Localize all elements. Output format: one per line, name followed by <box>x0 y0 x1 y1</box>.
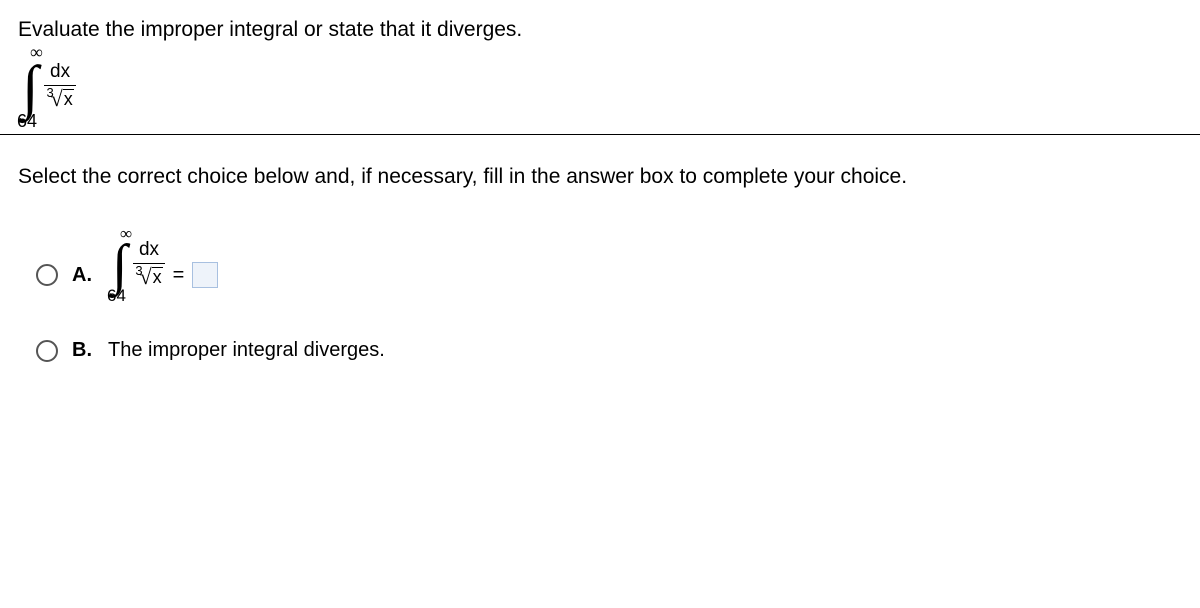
root-index: 3 <box>46 85 53 100</box>
question-text: Evaluate the improper integral or state … <box>18 18 1182 42</box>
radicand: x <box>63 89 74 110</box>
choice-a-row[interactable]: A. ∞ ∫ 64 dx 3 √ <box>36 239 1182 311</box>
radicand: x <box>152 267 163 288</box>
integral-sign-icon: ∫ <box>22 60 38 114</box>
radio-b[interactable] <box>36 340 58 362</box>
equals-sign: = <box>173 264 185 287</box>
lower-limit: 64 <box>17 111 37 132</box>
root-index: 3 <box>135 263 142 278</box>
integrand-fraction: dx 3 √ x <box>44 61 75 113</box>
choice-a-label: A. <box>72 264 94 287</box>
lower-limit: 64 <box>107 286 126 306</box>
choice-b-text: The improper integral diverges. <box>108 339 385 362</box>
numerator: dx <box>48 61 72 85</box>
choice-a-integral: ∞ ∫ 64 dx 3 √ x <box>112 239 165 291</box>
answer-input-box[interactable] <box>192 262 218 288</box>
choice-b-label: B. <box>72 339 94 362</box>
cube-root: 3 √ x <box>135 266 162 288</box>
instruction-text: Select the correct choice below and, if … <box>18 165 1182 189</box>
numerator: dx <box>137 239 161 263</box>
radio-a[interactable] <box>36 264 58 286</box>
integrand-fraction: dx 3 √ x <box>133 239 164 291</box>
choice-b-row[interactable]: B. The improper integral diverges. <box>36 339 1182 362</box>
answer-choices: A. ∞ ∫ 64 dx 3 √ <box>36 239 1182 362</box>
question-integral: ∞ ∫ 64 dx 3 √ x <box>22 60 76 114</box>
cube-root: 3 √ x <box>46 88 73 110</box>
integral-sign-icon: ∫ <box>112 240 127 290</box>
